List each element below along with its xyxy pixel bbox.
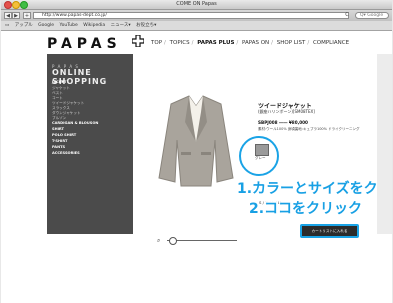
add-to-cart-button[interactable]: カートリストに入れる <box>300 224 359 238</box>
nav-item[interactable]: PAPAS ON <box>242 40 269 46</box>
product-subtitle: (銀座ハリンボーン)[SM08TEX] <box>258 109 315 114</box>
nav-item[interactable]: TOPICS <box>170 40 190 46</box>
sidebar-category[interactable]: SHIRT <box>52 127 64 131</box>
nav-item[interactable]: TOP <box>151 40 162 46</box>
sidebar-category[interactable]: JACKET <box>52 80 66 84</box>
toolbar: ◀ ▶ + http://www.papas-dept.co.jp/ C Q▾ … <box>1 10 392 21</box>
nav-item-active[interactable]: PAPAS PLUS <box>197 40 234 46</box>
back-button[interactable]: ◀ <box>4 12 12 19</box>
add-bookmark-button[interactable]: + <box>23 12 31 19</box>
color-label: グレー <box>255 156 266 160</box>
bookmark-item[interactable]: ニュース▾ <box>111 23 131 28</box>
nav-item[interactable]: COMPLIANCE <box>313 40 349 46</box>
zoom-slider-track[interactable] <box>167 240 237 241</box>
site-nav: TOP / TOPICS / PAPAS PLUS / PAPAS ON / SHOP … <box>151 40 350 46</box>
sidebar-category[interactable]: CARDIGAN & BLOUSON <box>52 121 98 125</box>
reload-button[interactable]: C <box>343 12 351 19</box>
bookmark-item[interactable]: お役立ち▾ <box>136 23 156 28</box>
title-bar: COME ON Papas <box>1 0 392 10</box>
reading-list-icon[interactable]: ▭ <box>5 23 9 28</box>
site-logo[interactable]: PAPAS <box>47 34 145 52</box>
bookmark-item[interactable]: アップル <box>15 23 33 28</box>
bookmarks-bar: ▭ アップル Google YouTube Wikipedia ニュース▾ お役… <box>1 21 392 31</box>
sidebar-category[interactable]: POLO SHIRT <box>52 133 76 137</box>
browser-window: COME ON Papas ◀ ▶ + http://www.papas-dep… <box>1 0 392 303</box>
zoom-slider-handle[interactable] <box>169 237 177 245</box>
nav-item[interactable]: SHOP LIST <box>277 40 306 46</box>
sidebar-category[interactable]: T-SHIRT <box>52 139 67 143</box>
logo-cross-icon <box>130 34 145 48</box>
bookmark-item[interactable]: Wikipedia <box>83 23 105 28</box>
sidebar-category[interactable]: ACCESSORIES <box>52 151 80 155</box>
color-swatch[interactable] <box>255 144 269 156</box>
window-title: COME ON Papas <box>176 1 217 7</box>
product-description: 素材:ウール100% 身頃裏地:キュプラ100% ドライクリーニング <box>258 127 360 131</box>
bookmark-item[interactable]: YouTube <box>59 23 77 28</box>
forward-button[interactable]: ▶ <box>12 12 20 19</box>
zoom-icon: ⌕ <box>157 237 161 244</box>
logo-text: PAPAS <box>47 36 122 52</box>
product-image[interactable] <box>141 82 251 192</box>
address-bar[interactable]: http://www.papas-dept.co.jp/ <box>33 12 349 19</box>
annotation-step2: 2.ココをクリック <box>249 201 363 217</box>
product-price: SBPJ008 ―― ¥80,000 <box>258 120 308 125</box>
annotation-step1: 1.カラーとサイズをク <box>237 181 378 197</box>
sidebar-category[interactable]: PANTS <box>52 145 65 149</box>
search-field[interactable]: Q▾ Google <box>355 12 389 19</box>
category-sidebar: P A P A S ONLINE SHOPPING JACKET ジャケット ベスト… <box>47 54 133 234</box>
bookmark-item[interactable]: Google <box>38 23 54 28</box>
